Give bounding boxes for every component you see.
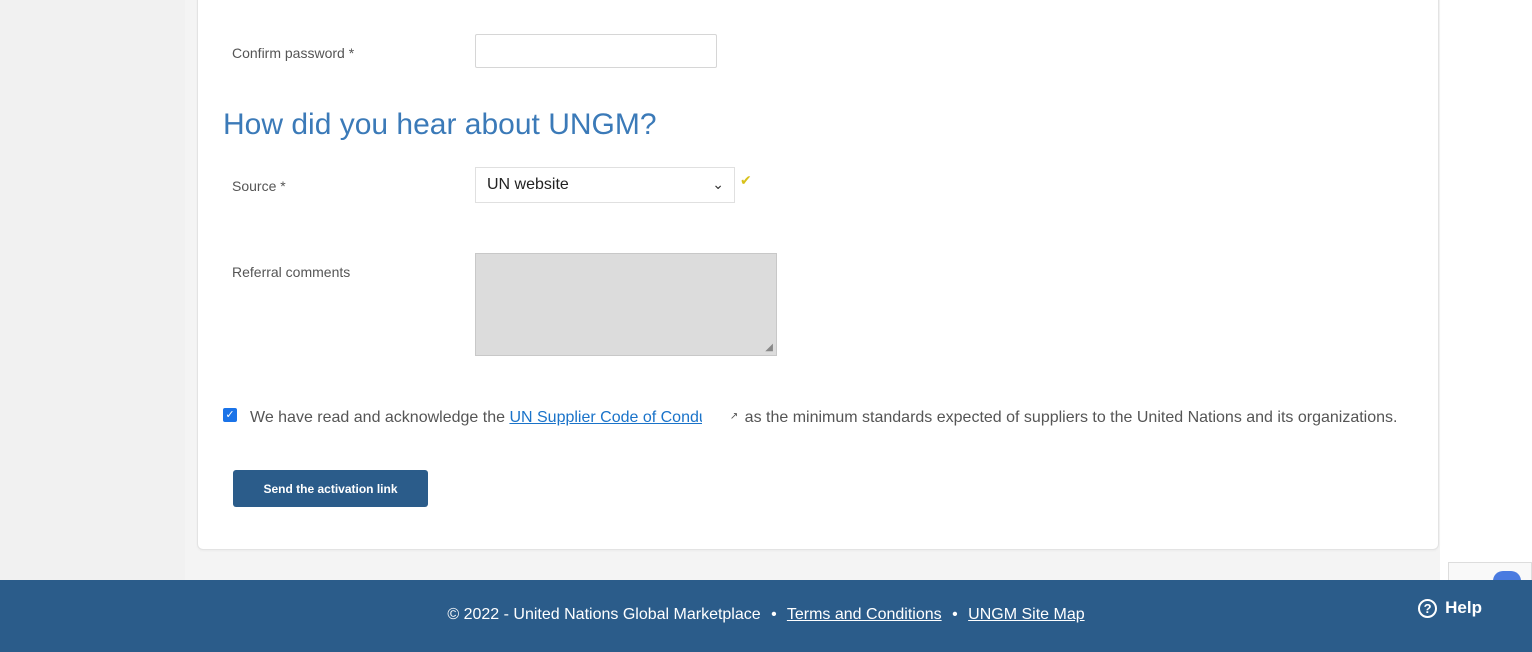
- source-label: Source *: [232, 178, 286, 194]
- footer: © 2022 - United Nations Global Marketpla…: [0, 580, 1532, 652]
- terms-link[interactable]: Terms and Conditions: [787, 606, 942, 623]
- valid-check-icon: ✔: [740, 172, 752, 188]
- site-map-link[interactable]: UNGM Site Map: [968, 606, 1084, 623]
- confirm-password-input[interactable]: [475, 34, 717, 68]
- help-button[interactable]: ? Help: [1418, 598, 1482, 618]
- recaptcha-badge[interactable]: [1448, 562, 1532, 581]
- acknowledge-checkbox[interactable]: ✓: [223, 408, 237, 422]
- footer-line: © 2022 - United Nations Global Marketpla…: [0, 606, 1532, 624]
- confirm-password-label: Confirm password *: [232, 45, 355, 61]
- footer-copyright: © 2022 - United Nations Global Marketpla…: [447, 606, 761, 623]
- left-gutter: [0, 0, 185, 580]
- ack-text-before: We have read and acknowledge the: [250, 409, 510, 426]
- help-label: Help: [1445, 598, 1482, 617]
- ack-text-after: as the minimum standards expected of sup…: [740, 409, 1398, 426]
- source-selected-value: UN website: [487, 176, 569, 193]
- right-area: [1440, 0, 1532, 580]
- referral-comments-textarea[interactable]: ◢: [475, 253, 777, 356]
- footer-separator: •: [952, 606, 958, 623]
- section-title: How did you hear about UNGM?: [223, 108, 657, 141]
- source-select[interactable]: UN website ⌄: [475, 167, 735, 203]
- send-activation-link-button[interactable]: Send the activation link: [233, 470, 428, 507]
- chevron-down-icon: ⌄: [712, 176, 724, 192]
- resize-grip-icon[interactable]: ◢: [765, 342, 773, 353]
- help-icon: ?: [1418, 598, 1438, 618]
- footer-separator: •: [771, 606, 777, 623]
- registration-card: [197, 0, 1439, 550]
- external-link-icon: [701, 404, 739, 429]
- supplier-code-link[interactable]: UN Supplier Code of Conduct: [509, 409, 720, 426]
- referral-comments-label: Referral comments: [232, 264, 351, 280]
- acknowledge-text: We have read and acknowledge the UN Supp…: [222, 404, 1412, 430]
